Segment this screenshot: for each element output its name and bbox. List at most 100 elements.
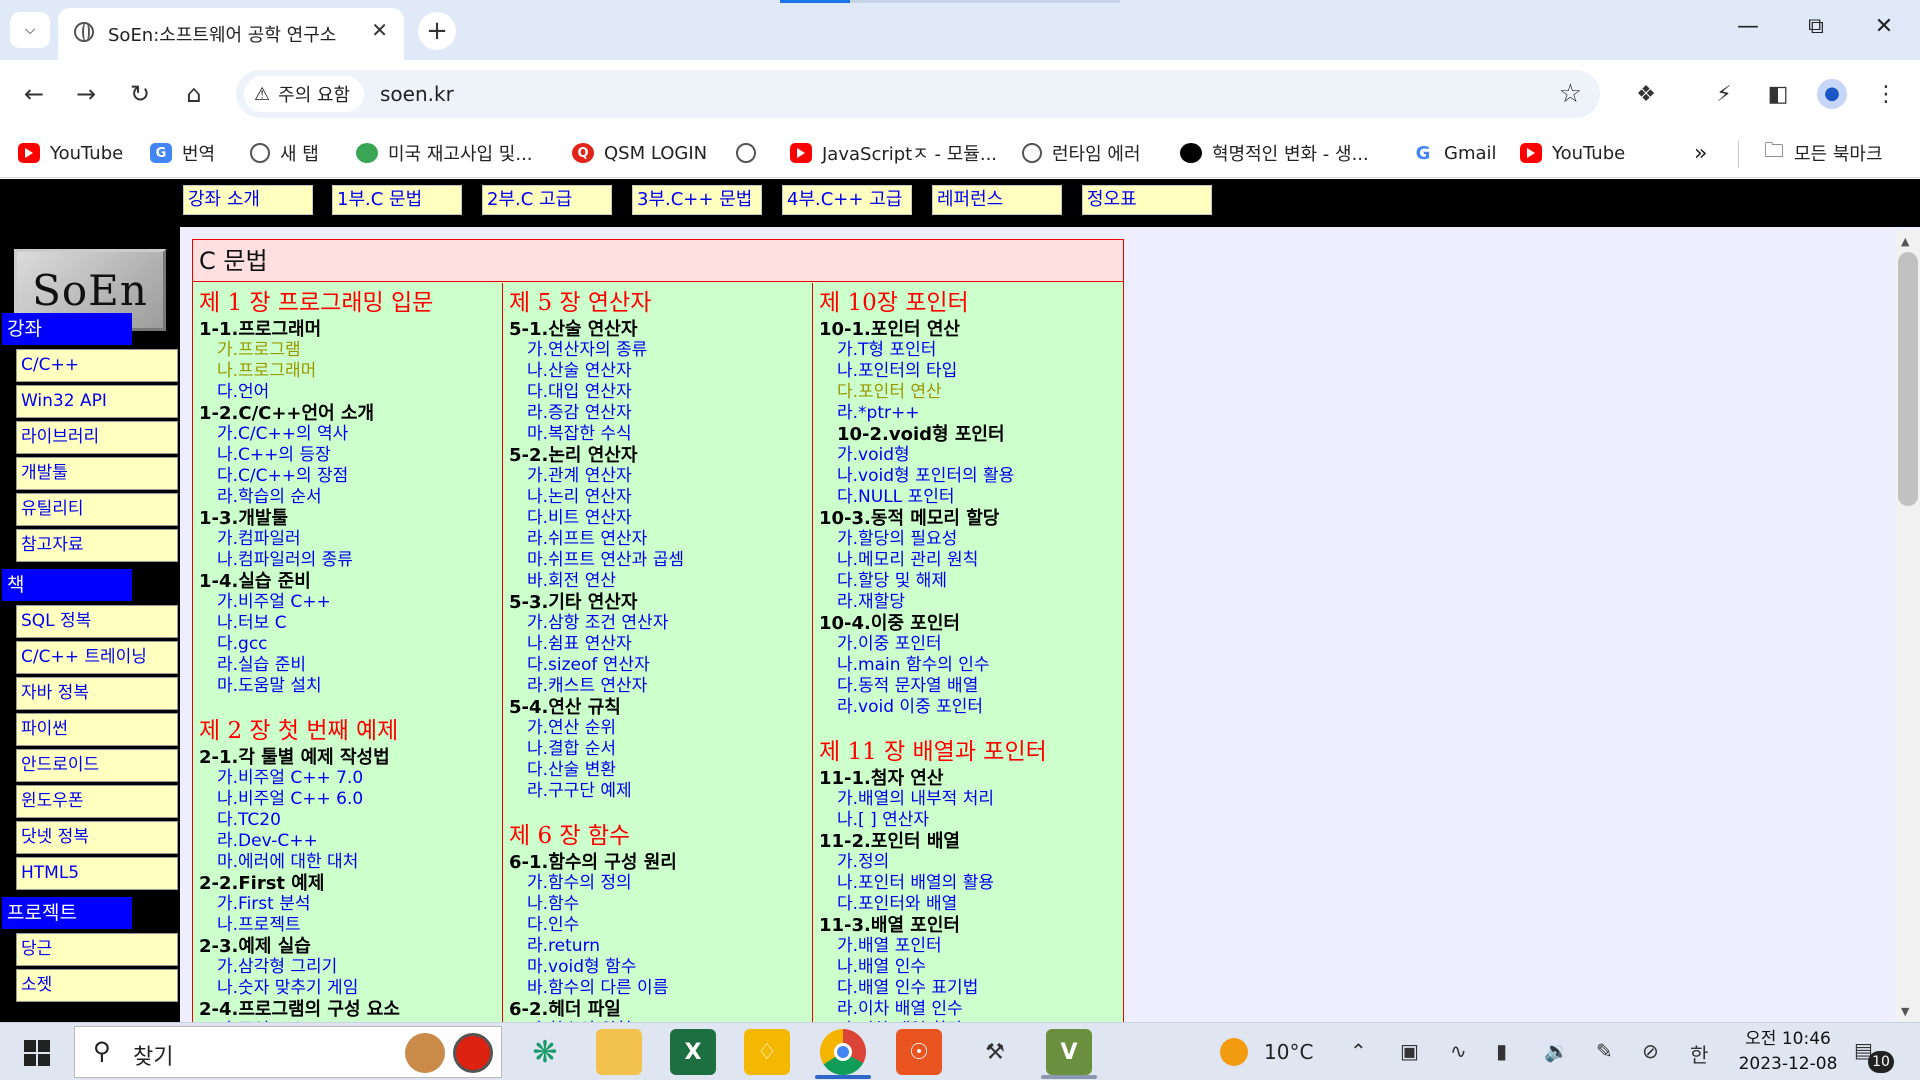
- system-clock[interactable]: 오전 10:46 2023-12-08: [1738, 1027, 1838, 1077]
- sidebar-item-java[interactable]: 자바 정복: [16, 677, 178, 710]
- bookmark-new-tab[interactable]: 새 탭: [250, 140, 319, 166]
- toc-link[interactable]: 라.재할당: [819, 592, 1123, 613]
- notes-app-icon[interactable]: ♢: [744, 1029, 790, 1075]
- toc-link[interactable]: 마.void형 함수: [509, 957, 812, 978]
- topnav-part2[interactable]: 2부.C 고급: [482, 185, 612, 215]
- toc-link[interactable]: 다.sizeof 연산자: [509, 655, 812, 676]
- toc-link[interactable]: 바.함수의 다른 이름: [509, 978, 812, 999]
- ime-indicator[interactable]: 한: [1690, 1039, 1708, 1068]
- sidebar-item-reference[interactable]: 참고자료: [16, 529, 178, 562]
- bookmark-translate[interactable]: G 번역: [150, 140, 215, 166]
- close-window-button[interactable]: ✕: [1864, 14, 1904, 39]
- scrollbar-thumb[interactable]: [1898, 252, 1918, 506]
- home-button[interactable]: ⌂: [176, 76, 212, 112]
- toc-link[interactable]: 라.*ptr++: [819, 403, 1123, 424]
- topnav-reference[interactable]: 레퍼런스: [932, 185, 1062, 215]
- toc-link[interactable]: 나.배열 인수: [819, 957, 1123, 978]
- sidebar-item-library[interactable]: 라이브러리: [16, 421, 178, 454]
- ubuntu-icon[interactable]: ☉: [896, 1029, 942, 1075]
- toc-link[interactable]: 나.포인터의 타입: [819, 361, 1123, 382]
- toc-link[interactable]: 라.Dev-C++: [199, 831, 502, 852]
- tray-app-icon[interactable]: ▣: [1400, 1039, 1419, 1063]
- toc-link[interactable]: 나.포인터 배열의 활용: [819, 873, 1123, 894]
- toc-link[interactable]: 가.관계 연산자: [509, 466, 812, 487]
- scroll-up-icon[interactable]: ▲: [1901, 235, 1909, 248]
- toc-link[interactable]: 라.void 이중 포인터: [819, 697, 1123, 718]
- bookmark-shop[interactable]: 미국 재고사입 및...: [356, 140, 533, 166]
- sidebar-item-win32[interactable]: Win32 API: [16, 385, 178, 418]
- bookmark-revolution[interactable]: 혁명적인 변화 - 생...: [1180, 140, 1369, 166]
- toc-link[interactable]: 가.First 분석: [199, 894, 502, 915]
- toc-link[interactable]: 나.결합 순서: [509, 739, 812, 760]
- address-bar[interactable]: ⚠ 주의 요함 soen.kr ☆: [236, 70, 1600, 118]
- toc-link[interactable]: 나.논리 연산자: [509, 487, 812, 508]
- toc-link[interactable]: 다.언어: [199, 382, 502, 403]
- toc-link[interactable]: 다.인수: [509, 915, 812, 936]
- toc-link[interactable]: 다.비트 연산자: [509, 508, 812, 529]
- toc-link[interactable]: 가.컴파일러: [199, 529, 502, 550]
- forward-button[interactable]: →: [68, 76, 104, 112]
- extensions-icon[interactable]: ❖: [1628, 76, 1664, 112]
- toc-link[interactable]: 다.포인터와 배열: [819, 894, 1123, 915]
- toc-link[interactable]: 라.학습의 순서: [199, 487, 502, 508]
- toc-link[interactable]: 라.return: [509, 936, 812, 957]
- toc-link[interactable]: 라.구구단 예제: [509, 781, 812, 802]
- toc-link[interactable]: 마.도움말 설치: [199, 676, 502, 697]
- weather-sun-icon[interactable]: [1220, 1038, 1248, 1066]
- toc-link[interactable]: 나.메모리 관리 원칙: [819, 550, 1123, 571]
- toc-link[interactable]: 다.포인터 연산: [819, 382, 1123, 403]
- chrome-icon[interactable]: [820, 1029, 866, 1075]
- toc-link[interactable]: 나.비주얼 C++ 6.0: [199, 789, 502, 810]
- toc-link[interactable]: 라.증감 연산자: [509, 403, 812, 424]
- vim-icon[interactable]: V: [1046, 1029, 1092, 1075]
- url-text[interactable]: soen.kr: [380, 82, 454, 106]
- toc-link[interactable]: 나.프로그래머: [199, 361, 502, 382]
- bookmark-youtube-2[interactable]: YouTube: [1520, 140, 1625, 166]
- toc-link[interactable]: 가.void형: [819, 445, 1123, 466]
- toc-link[interactable]: 가.배열 포인터: [819, 936, 1123, 957]
- bookmarks-overflow-button[interactable]: »: [1694, 140, 1707, 166]
- toc-link[interactable]: 라.쉬프트 연산자: [509, 529, 812, 550]
- blocked-icon[interactable]: ⊘: [1642, 1039, 1659, 1063]
- taskbar-search[interactable]: ⚲ 찾기: [74, 1026, 502, 1078]
- toc-link[interactable]: 가.C/C++의 역사: [199, 424, 502, 445]
- bookmark-qsm[interactable]: Q QSM LOGIN: [572, 140, 707, 166]
- toc-link[interactable]: 다.C/C++의 장점: [199, 466, 502, 487]
- sidebar-item-carrot[interactable]: 당근: [16, 933, 178, 966]
- topnav-errata[interactable]: 정오표: [1082, 185, 1212, 215]
- toc-link[interactable]: 가.연산자의 종류: [509, 340, 812, 361]
- bookmark-runtime-error[interactable]: 런타임 에러: [1022, 140, 1141, 166]
- toc-link[interactable]: 나.C++의 등장: [199, 445, 502, 466]
- topnav-part4[interactable]: 4부.C++ 고급: [782, 185, 912, 215]
- reload-button[interactable]: ↻: [122, 76, 158, 112]
- toc-link[interactable]: 다.배열 인수 표기법: [819, 978, 1123, 999]
- toc-link[interactable]: 다.할당 및 해제: [819, 571, 1123, 592]
- topnav-part1[interactable]: 1부.C 문법: [332, 185, 462, 215]
- toc-link[interactable]: 나.숫자 맞추기 게임: [199, 978, 502, 999]
- toc-link[interactable]: 가.비주얼 C++ 7.0: [199, 768, 502, 789]
- restore-button[interactable]: ⧉: [1796, 14, 1836, 39]
- toc-link[interactable]: 나.산술 연산자: [509, 361, 812, 382]
- menu-kebab-icon[interactable]: ⋮: [1868, 76, 1904, 112]
- toc-link[interactable]: 라.캐스트 연산자: [509, 676, 812, 697]
- file-explorer-icon[interactable]: [596, 1029, 642, 1075]
- tray-overflow-icon[interactable]: ⌃: [1350, 1039, 1367, 1063]
- security-chip[interactable]: ⚠ 주의 요함: [244, 76, 365, 112]
- toc-link[interactable]: 나.main 함수의 인수: [819, 655, 1123, 676]
- toc-link[interactable]: 마.복잡한 수식: [509, 424, 812, 445]
- bookmark-gmail[interactable]: G Gmail: [1412, 140, 1497, 166]
- excel-icon[interactable]: X: [670, 1029, 716, 1075]
- toc-link[interactable]: 나.void형 포인터의 활용: [819, 466, 1123, 487]
- sidebar-item-utility[interactable]: 유틸리티: [16, 493, 178, 526]
- toc-link[interactable]: 가.할당의 필요성: [819, 529, 1123, 550]
- sidebar-item-cpp-training[interactable]: C/C++ 트레이닝: [16, 641, 178, 674]
- toc-link[interactable]: 다.동적 문자열 배열: [819, 676, 1123, 697]
- toc-link[interactable]: 가.배열의 내부적 처리: [819, 789, 1123, 810]
- toc-link[interactable]: 바.회전 연산: [509, 571, 812, 592]
- active-tab[interactable]: SoEn:소프트웨어 공학 연구소 ✕: [58, 8, 404, 60]
- toc-link[interactable]: 가.삼각형 그리기: [199, 957, 502, 978]
- sidebar-item-python[interactable]: 파이썬: [16, 713, 178, 746]
- toc-link[interactable]: 다.대입 연산자: [509, 382, 812, 403]
- back-button[interactable]: ←: [16, 76, 52, 112]
- topnav-part3[interactable]: 3부.C++ 문법: [632, 185, 762, 215]
